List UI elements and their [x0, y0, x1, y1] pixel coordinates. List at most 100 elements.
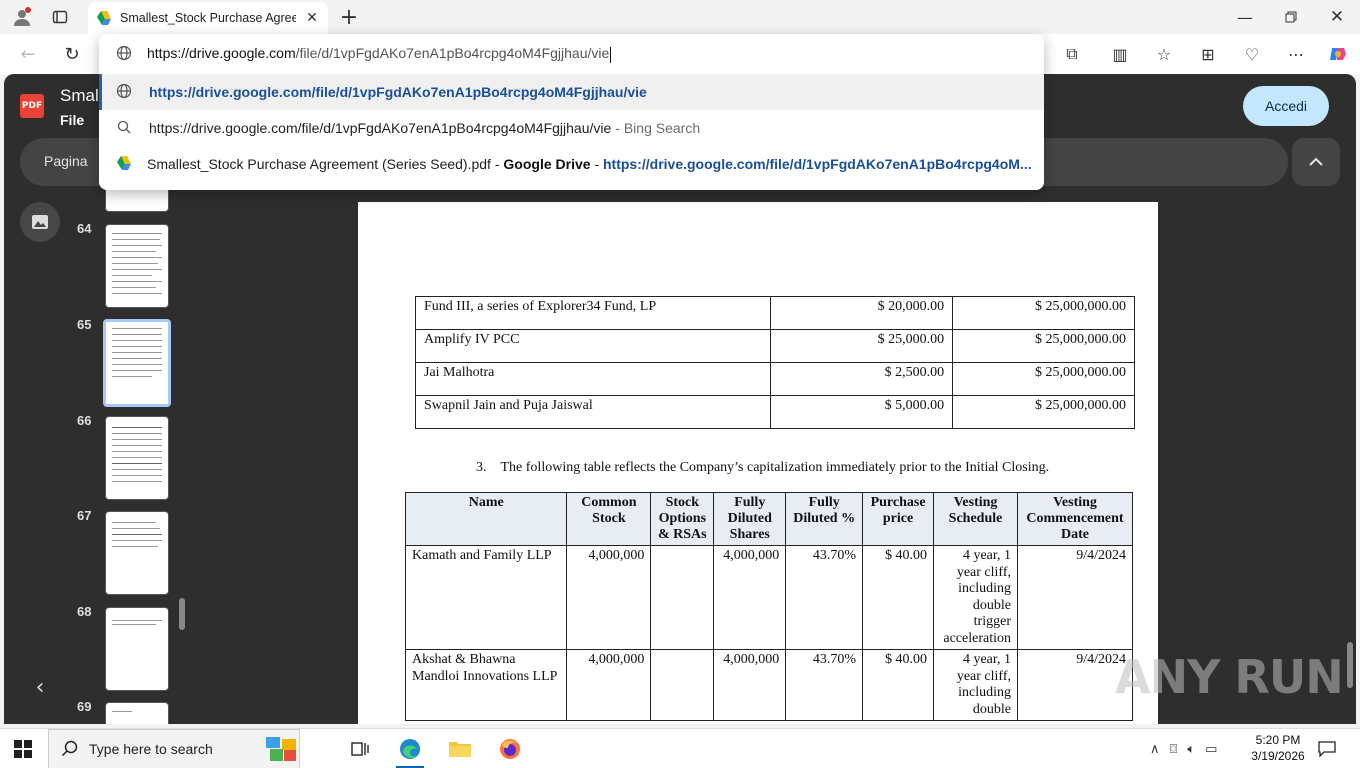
table-cell: $ 25,000,000.00 [952, 362, 1135, 396]
table-cell: $ 5,000.00 [770, 395, 954, 429]
table-cell: $ 25,000.00 [770, 329, 954, 363]
profile-icon[interactable] [10, 5, 34, 29]
tab-title: Smallest_Stock Purchase Agreement (Serie… [120, 11, 296, 25]
pdf-file-icon: PDF [20, 94, 44, 118]
taskbar-search-placeholder: Type here to search [89, 741, 213, 757]
google-drive-icon [115, 155, 133, 174]
more-icon[interactable]: ⋯ [1284, 42, 1308, 66]
image-icon[interactable] [20, 202, 60, 242]
close-tab-icon[interactable]: ✕ [304, 10, 320, 26]
volume-icon[interactable]: 🔈︎ [1187, 742, 1195, 757]
page-scrollbar[interactable] [1347, 642, 1353, 688]
table-cell: 4,000,000 [566, 649, 652, 721]
suggestion-history[interactable]: Smallest_Stock Purchase Agreement (Serie… [99, 146, 1044, 182]
table-cell: Akshat & Bhawna Mandloi Innovations LLP [404, 649, 568, 721]
new-tab-icon[interactable]: + [338, 5, 360, 30]
investor-row: Swapnil Jain and Puja Jaiswal $ 5,000.00 $… [414, 395, 1135, 429]
column-header: Fully Diluted % [785, 492, 864, 546]
site-info-icon[interactable] [115, 45, 133, 64]
sign-in-button[interactable]: Accedi [1243, 86, 1329, 126]
table-cell: 43.70% [785, 649, 864, 721]
notifications-icon[interactable] [1318, 729, 1338, 768]
meet-now-icon[interactable]: ⌼ [1170, 742, 1178, 757]
thumbnail-66[interactable] [105, 416, 169, 500]
search-icon [61, 740, 78, 757]
globe-icon [115, 83, 133, 102]
column-header: Vesting Schedule [933, 492, 1018, 546]
table-cell: 4,000,000 [713, 545, 787, 650]
thumbnail-number: 66 [77, 413, 92, 428]
tab-active[interactable]: Smallest_Stock Purchase Agreement (Serie… [88, 2, 328, 34]
suggestion-url-text: https://drive.google.com/file/d/1vpFgdAK… [149, 84, 647, 100]
chevron-left-icon[interactable]: ‹ [24, 671, 56, 703]
column-header: Fully Diluted Shares [713, 492, 787, 546]
task-view-icon[interactable] [340, 733, 380, 765]
table-cell: 4,000,000 [713, 649, 787, 721]
table-cell: 43.70% [785, 545, 864, 650]
column-header: Stock Options & RSAs [650, 492, 715, 546]
thumbnail-64[interactable] [105, 224, 169, 308]
table-row: Akshat & Bhawna Mandloi Innovations LLP 4… [404, 649, 1133, 721]
table-cell [650, 649, 715, 721]
firefox-icon[interactable] [490, 733, 530, 765]
favorites-icon[interactable]: ☆ [1152, 42, 1176, 66]
address-text[interactable]: https://drive.google.com/file/d/1vpFgdAK… [147, 45, 612, 63]
windows-start-icon[interactable] [14, 740, 32, 758]
file-explorer-icon[interactable] [440, 733, 480, 765]
suggestion-search-suffix: - Bing Search [615, 120, 701, 136]
minimize-icon[interactable]: — [1232, 6, 1258, 28]
windows-taskbar: Type here to search ∧ ⌼ 🔈︎ ▭ 5:20 PM 3/1… [0, 728, 1360, 768]
column-header: Vesting Commencement Date [1017, 492, 1133, 546]
table-cell: 4 year, 1 year cliff, including double t… [933, 545, 1018, 650]
chevron-up-icon[interactable]: ∧ [1150, 742, 1160, 757]
network-icon[interactable]: ▭ [1205, 742, 1217, 757]
thumbnail-number: 64 [77, 221, 92, 236]
thumbnail-65[interactable] [103, 319, 171, 407]
clock-date: 3/19/2026 [1251, 749, 1305, 763]
suggestion-url[interactable]: https://drive.google.com/file/d/1vpFgdAK… [99, 74, 1044, 110]
table-cell: Fund III, a series of Explorer34 Fund, L… [414, 296, 772, 330]
table-cell: $ 25,000,000.00 [952, 296, 1135, 330]
thumbnail-number: 65 [77, 317, 92, 332]
investor-table: Fund III, a series of Explorer34 Fund, L… [414, 296, 1135, 429]
table-row: Kamath and Family LLP 4,000,000 4,000,000 4… [404, 545, 1133, 650]
investor-row: Fund III, a series of Explorer34 Fund, L… [414, 296, 1135, 330]
document-title: Smal [60, 86, 99, 105]
back-icon[interactable]: ← [16, 42, 40, 66]
close-window-icon[interactable]: ✕ [1324, 6, 1350, 28]
table-cell: $ 40.00 [862, 545, 935, 650]
anyrun-watermark: ANY RUN [1115, 650, 1344, 704]
table-cell: $ 25,000,000.00 [952, 329, 1135, 363]
collections-icon[interactable]: ⊞ [1196, 42, 1220, 66]
suggestion-history-source: Google Drive [503, 156, 591, 172]
chevron-up-icon[interactable] [1292, 138, 1340, 186]
file-menu[interactable]: File [60, 112, 84, 128]
extensions-icon[interactable]: ⧉ [1060, 42, 1084, 66]
taskbar-clock[interactable]: 5:20 PM 3/19/2026 [1246, 732, 1310, 764]
tab-actions-icon[interactable] [50, 7, 70, 27]
system-tray: ∧ ⌼ 🔈︎ ▭ [1150, 729, 1217, 768]
thumbnail-number: 69 [77, 699, 92, 714]
thumbnail-scrollbar[interactable] [179, 598, 185, 630]
thumbnail-69[interactable] [105, 702, 169, 724]
table-cell: $ 2,500.00 [770, 362, 954, 396]
column-header: Name [404, 492, 568, 546]
copilot-icon[interactable] [1326, 42, 1350, 66]
table-cell: Swapnil Jain and Puja Jaiswal [414, 395, 772, 429]
table-cell: $ 40.00 [862, 649, 935, 721]
split-screen-icon[interactable]: ▥ [1108, 42, 1132, 66]
suggestion-search[interactable]: https://drive.google.com/file/d/1vpFgdAK… [99, 110, 1044, 146]
table-cell: Amplify IV PCC [414, 329, 772, 363]
thumbnail-68[interactable] [105, 607, 169, 691]
thumbnail-67[interactable] [105, 511, 169, 595]
address-bar[interactable]: https://drive.google.com/file/d/1vpFgdAK… [99, 34, 1044, 74]
thumbnail-number: 67 [77, 508, 92, 523]
restore-icon[interactable] [1278, 6, 1304, 28]
table-cell: $ 25,000,000.00 [952, 395, 1135, 429]
edge-icon[interactable] [390, 733, 430, 768]
thumbnail-number: 68 [77, 604, 92, 619]
browser-essentials-icon[interactable]: ♡ [1240, 42, 1264, 66]
capitalization-paragraph: 3. The following table reflects the Comp… [476, 460, 1050, 475]
refresh-icon[interactable]: ↻ [60, 42, 84, 66]
search-icon [115, 120, 133, 137]
